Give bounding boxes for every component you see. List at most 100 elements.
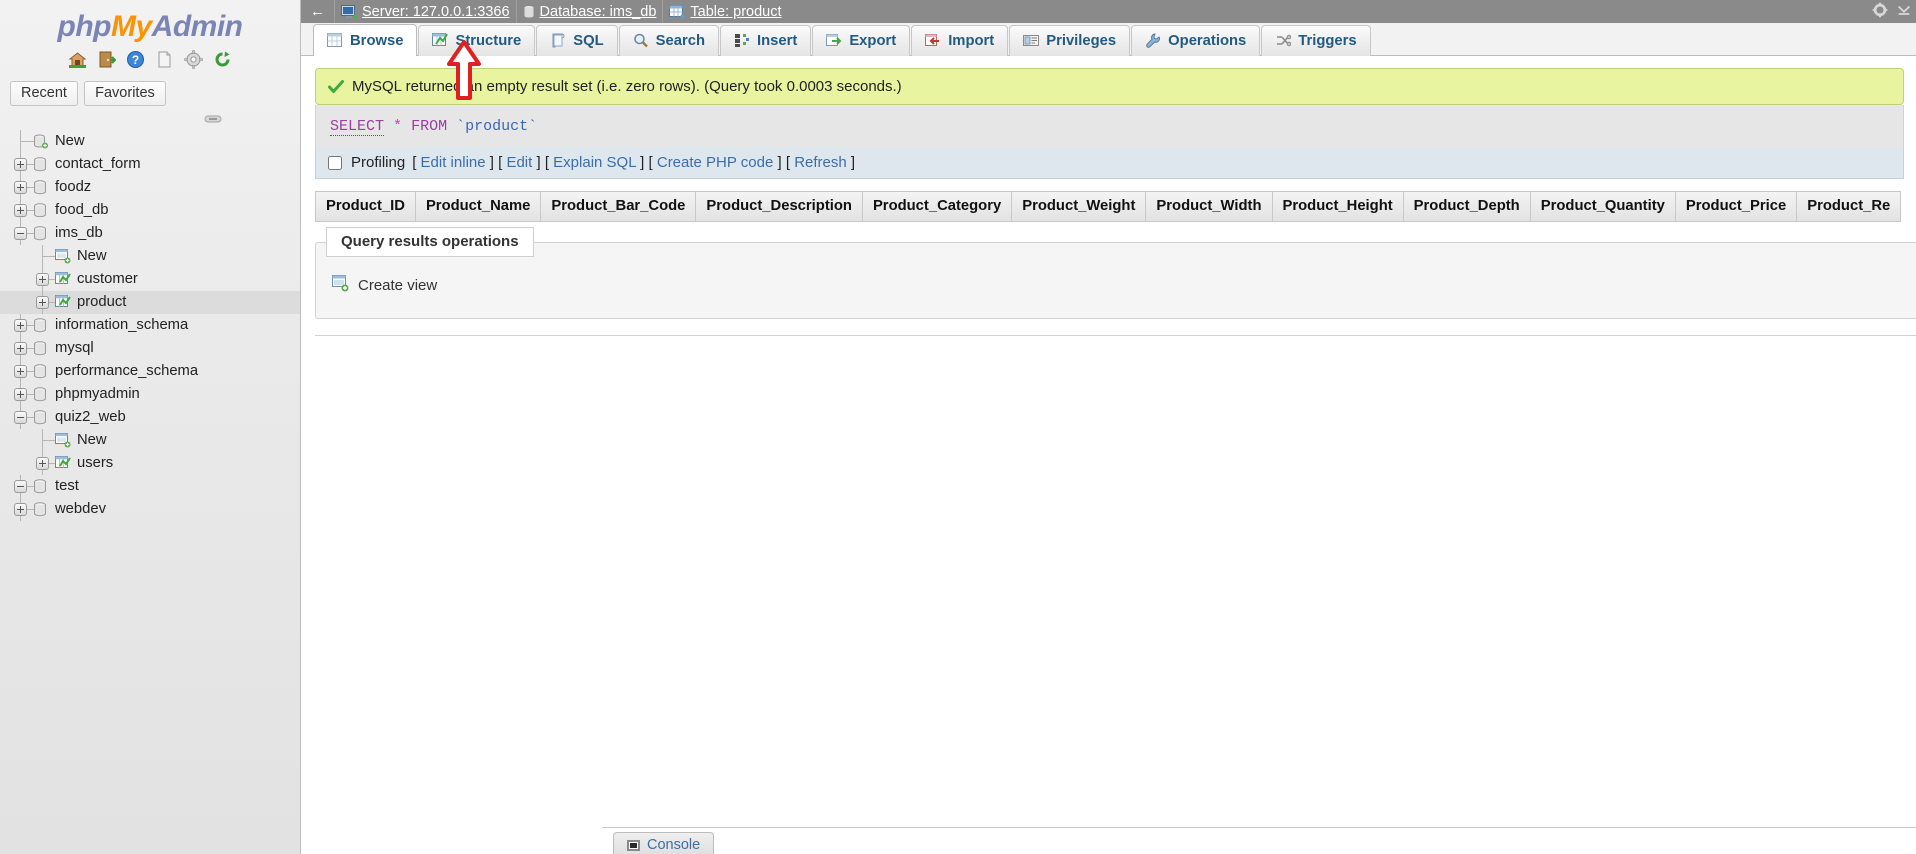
tree-expand-icon[interactable] [14,388,27,401]
tree-item-contact-form[interactable]: contact_form [0,153,300,176]
tree-item-ims-db[interactable]: ims_db [0,222,300,245]
tree-item-mysql[interactable]: mysql [0,337,300,360]
column-header[interactable]: Product_Depth [1403,191,1531,222]
tree-collapse-icon[interactable] [14,480,27,493]
logo-admin: Admin [151,10,243,43]
column-header[interactable]: Product_Price [1675,191,1798,222]
tree-collapse-icon[interactable] [14,227,27,240]
tree-item-product[interactable]: product [0,291,300,314]
sidebar: phpMyAdmin ? Recent Favorites New contac… [0,0,301,854]
edit-link[interactable]: Edit [506,154,532,171]
favorites-button[interactable]: Favorites [84,81,166,106]
server-icon [341,4,357,18]
sql-keyword-select: SELECT [330,118,385,136]
column-header[interactable]: Product_Quantity [1530,191,1676,222]
column-header[interactable]: Product_ID [315,191,416,222]
tree-expand-icon[interactable] [36,296,49,309]
tree-expand-icon[interactable] [14,319,27,332]
explain-sql-link[interactable]: Explain SQL [553,154,636,171]
column-header[interactable]: Product_Height [1272,191,1404,222]
logo-my: My [110,10,152,43]
help-icon[interactable]: ? [126,50,145,69]
column-header[interactable]: Product_Re [1797,191,1902,222]
refresh-link[interactable]: Refresh [794,154,847,171]
tree-item-performance-schema[interactable]: performance_schema [0,360,300,383]
tab-browse[interactable]: Browse [313,24,418,56]
tree-item-users[interactable]: users [0,452,300,475]
tree-item-new[interactable]: New [0,245,300,268]
search-icon [633,33,649,49]
tree-expand-icon[interactable] [14,204,27,217]
tab-export[interactable]: Export [812,25,911,56]
console-toggle[interactable]: Console [613,832,715,854]
logout-icon[interactable] [97,50,116,69]
tab-import[interactable]: Import [911,25,1009,56]
tree-expand-icon[interactable] [14,503,27,516]
column-header[interactable]: Product_Bar_Code [541,191,697,222]
tree-expand-icon[interactable] [14,342,27,355]
tab-label: SQL [573,33,604,49]
tree-item-customer[interactable]: customer [0,268,300,291]
breadcrumb-server[interactable]: Server: 127.0.0.1:3366 [335,0,517,23]
tree-expand-icon[interactable] [14,181,27,194]
phpmyadmin-logo[interactable]: phpMyAdmin [0,0,300,44]
query-action-links: [ Edit inline ] [ Edit ] [ Explain SQL ]… [412,154,855,171]
tree-item-label: product [77,294,127,310]
tab-label: Search [655,33,706,49]
home-icon[interactable] [68,50,87,69]
bracket: ] [532,154,545,171]
bracket: ] [636,154,649,171]
column-header[interactable]: Product_Weight [1012,191,1147,222]
tree-item-phpmyadmin[interactable]: phpmyadmin [0,383,300,406]
tree-expand-icon[interactable] [14,158,27,171]
settings-gear-icon[interactable] [1872,2,1888,22]
recent-button[interactable]: Recent [10,81,78,106]
tab-label: Triggers [1298,33,1357,49]
structure-icon [432,33,449,49]
tab-label: Privileges [1046,33,1117,49]
tree-item-label: information_schema [55,317,189,333]
bracket: [ [544,154,554,171]
tree-item-test[interactable]: test [0,475,300,498]
create-php-code-link[interactable]: Create PHP code [657,154,773,171]
export-icon [826,33,842,49]
tab-sql[interactable]: SQL [536,25,618,56]
tab-privileges[interactable]: Privileges [1009,25,1131,56]
sql-query-display[interactable]: SELECT * FROM `product` [315,105,1904,147]
reload-icon[interactable] [213,50,232,69]
tree-item-quiz2-web[interactable]: quiz2_web [0,406,300,429]
tab-insert[interactable]: Insert [720,25,812,56]
tab-search[interactable]: Search [618,25,720,56]
column-header[interactable]: Product_Description [696,191,863,222]
column-header[interactable]: Product_Name [415,191,542,222]
breadcrumb-database[interactable]: Database: ims_db [517,0,664,23]
create-view-action[interactable]: Create view [332,275,1916,296]
tree-item-information-schema[interactable]: information_schema [0,314,300,337]
results-table: Product_ID Product_Name Product_Bar_Code Pr… [315,191,1916,222]
tree-collapse-icon[interactable] [14,411,27,424]
tab-operations[interactable]: Operations [1131,25,1261,56]
tree-expand-icon[interactable] [36,273,49,286]
tree-item-foodz[interactable]: foodz [0,176,300,199]
tree-item-webdev[interactable]: webdev [0,498,300,521]
settings-icon[interactable] [184,50,204,69]
breadcrumb-table[interactable]: Table: product [663,0,787,23]
column-header[interactable]: Product_Width [1146,191,1273,222]
tree-item-food-db[interactable]: food_db [0,199,300,222]
tab-triggers[interactable]: Triggers [1261,25,1371,56]
edit-inline-link[interactable]: Edit inline [421,154,486,171]
docs-icon[interactable] [155,50,174,69]
back-button[interactable]: ← [301,0,335,23]
tree-item-new[interactable]: New [0,429,300,452]
pin-icon[interactable] [204,111,222,123]
sidebar-nav-icons: ? [0,50,300,72]
column-header[interactable]: Product_Category [862,191,1013,222]
server-label: Server: 127.0.0.1:3366 [362,3,510,20]
profiling-checkbox[interactable] [328,155,342,170]
tree-item-new[interactable]: New [0,130,300,153]
collapse-icon[interactable] [1896,2,1912,22]
tree-expand-icon[interactable] [36,457,49,470]
logo-php: php [57,10,112,43]
tree-expand-icon[interactable] [14,365,27,378]
tab-structure[interactable]: Structure [418,25,536,56]
